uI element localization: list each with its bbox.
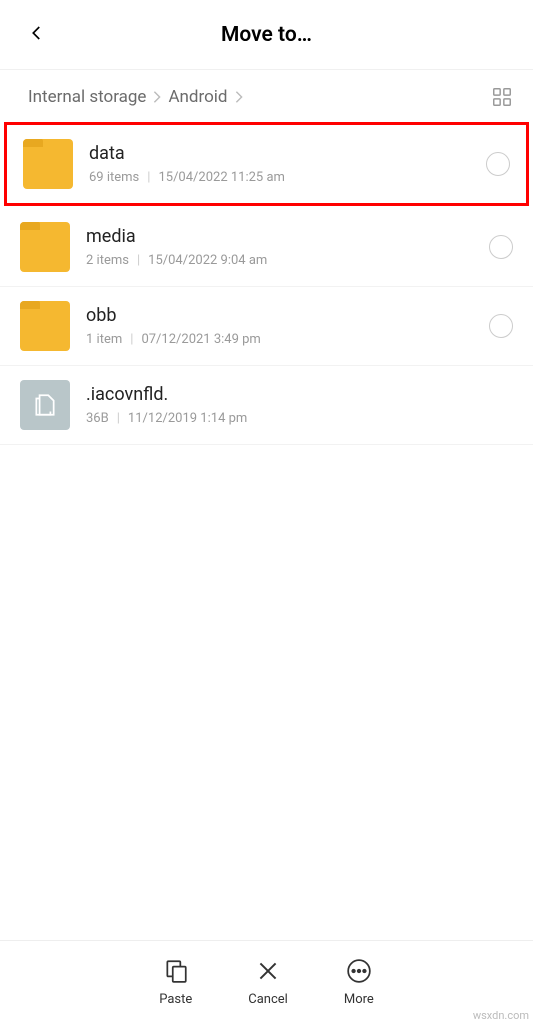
- meta-divider: |: [130, 332, 133, 347]
- meta-divider: |: [137, 253, 140, 268]
- breadcrumb-part[interactable]: Internal storage: [28, 87, 146, 107]
- item-meta: 2 items | 15/04/2022 9:04 am: [86, 253, 489, 268]
- grid-view-toggle[interactable]: [491, 86, 513, 108]
- close-icon: [255, 958, 281, 988]
- folder-icon: [23, 139, 73, 189]
- more-label: More: [344, 992, 374, 1007]
- folder-icon: [20, 222, 70, 272]
- chevron-right-icon: [234, 90, 244, 104]
- bottom-toolbar: Paste Cancel More: [0, 940, 533, 1024]
- more-icon: [346, 958, 372, 988]
- breadcrumb-row: Internal storage Android: [0, 70, 533, 120]
- list-item[interactable]: obb 1 item | 07/12/2021 3:49 pm: [0, 287, 533, 366]
- item-count: 2 items: [86, 253, 129, 268]
- chevron-right-icon: [152, 90, 162, 104]
- more-button[interactable]: More: [344, 958, 374, 1007]
- item-count: 36B: [86, 411, 109, 426]
- item-count: 69 items: [89, 170, 139, 185]
- watermark: wsxdn.com: [473, 1009, 529, 1022]
- select-radio[interactable]: [489, 235, 513, 259]
- item-name: media: [86, 226, 489, 247]
- item-name: obb: [86, 305, 489, 326]
- folder-icon: [20, 301, 70, 351]
- item-meta: 36B | 11/12/2019 1:14 pm: [86, 411, 513, 426]
- item-info: data 69 items | 15/04/2022 11:25 am: [89, 143, 486, 185]
- item-date: 15/04/2022 9:04 am: [148, 253, 267, 268]
- page-title: Move to…: [0, 23, 533, 47]
- item-info: .iacovnfld. 36B | 11/12/2019 1:14 pm: [86, 384, 513, 426]
- item-info: obb 1 item | 07/12/2021 3:49 pm: [86, 305, 489, 347]
- item-date: 15/04/2022 11:25 am: [158, 170, 284, 185]
- list-item[interactable]: data 69 items | 15/04/2022 11:25 am: [4, 122, 529, 206]
- item-date: 11/12/2019 1:14 pm: [128, 411, 247, 426]
- cancel-button[interactable]: Cancel: [248, 958, 288, 1007]
- item-date: 07/12/2021 3:49 pm: [141, 332, 260, 347]
- file-list: data 69 items | 15/04/2022 11:25 am media 2 i…: [0, 120, 533, 940]
- item-info: media 2 items | 15/04/2022 9:04 am: [86, 226, 489, 268]
- file-icon: [20, 380, 70, 430]
- paste-icon: [163, 958, 189, 988]
- item-meta: 69 items | 15/04/2022 11:25 am: [89, 170, 486, 185]
- item-meta: 1 item | 07/12/2021 3:49 pm: [86, 332, 489, 347]
- item-name: data: [89, 143, 486, 164]
- breadcrumb-part[interactable]: Android: [168, 87, 227, 107]
- breadcrumb[interactable]: Internal storage Android: [28, 87, 491, 107]
- item-name: .iacovnfld.: [86, 384, 513, 405]
- paste-button[interactable]: Paste: [159, 958, 192, 1007]
- select-radio[interactable]: [486, 152, 510, 176]
- meta-divider: |: [117, 411, 120, 426]
- list-item[interactable]: .iacovnfld. 36B | 11/12/2019 1:14 pm: [0, 366, 533, 445]
- list-item[interactable]: media 2 items | 15/04/2022 9:04 am: [0, 208, 533, 287]
- item-count: 1 item: [86, 332, 122, 347]
- meta-divider: |: [147, 170, 150, 185]
- select-radio[interactable]: [489, 314, 513, 338]
- header: Move to…: [0, 0, 533, 70]
- cancel-label: Cancel: [248, 992, 288, 1007]
- paste-label: Paste: [159, 992, 192, 1007]
- back-button[interactable]: [28, 24, 46, 46]
